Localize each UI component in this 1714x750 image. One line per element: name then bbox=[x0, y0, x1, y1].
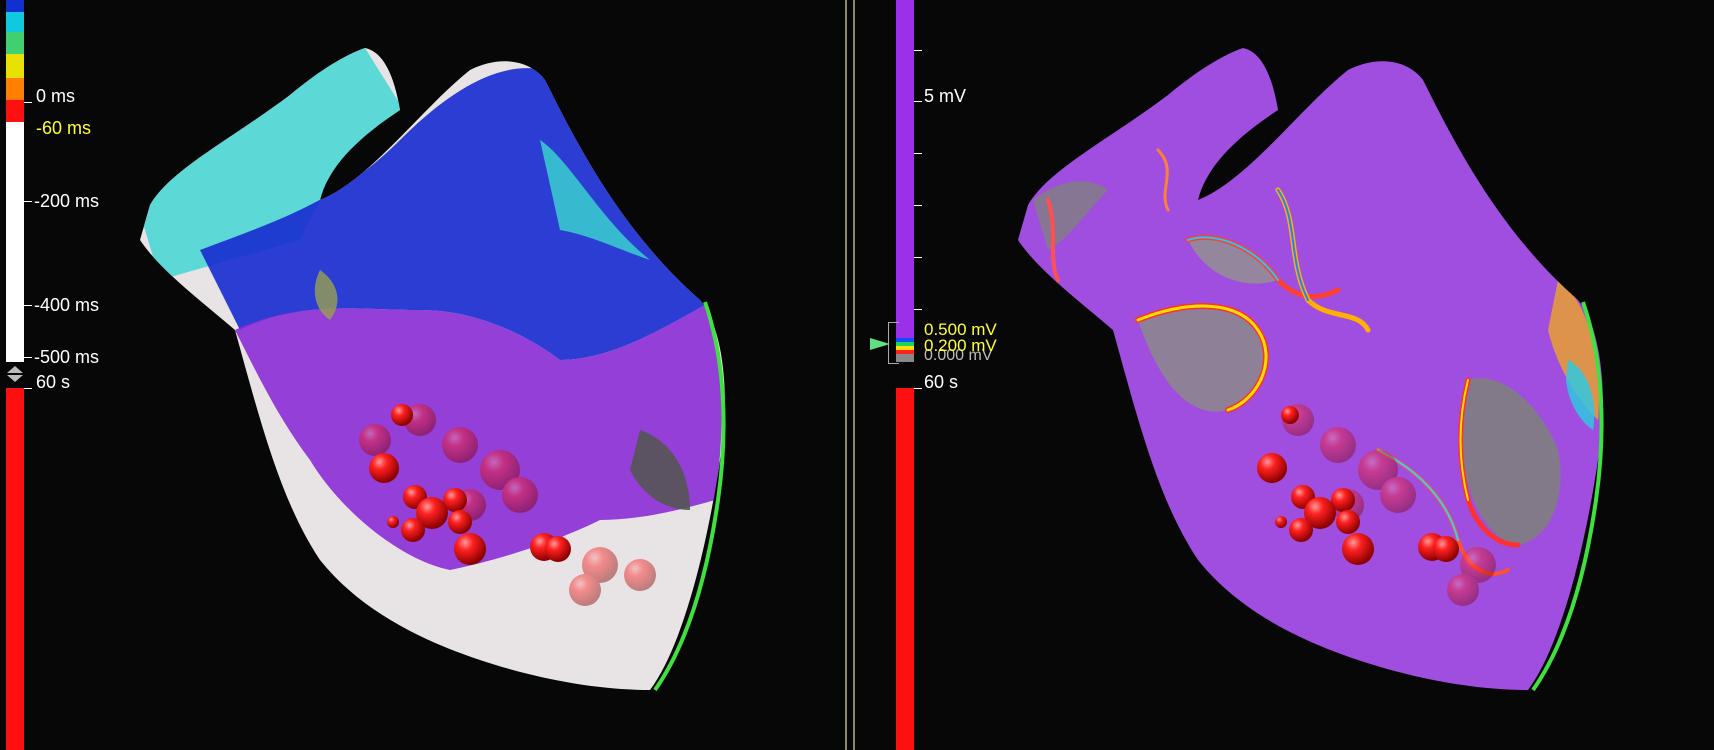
heart-surface bbox=[1018, 48, 1603, 690]
voltage-map-view[interactable]: 5 mV 0.000 mV 0.500 mV 0.200 mV 60 s bbox=[858, 0, 1714, 750]
ablation-point bbox=[1342, 533, 1374, 565]
ablation-point bbox=[1336, 510, 1360, 534]
ablation-point bbox=[1289, 518, 1313, 542]
ablation-point bbox=[1275, 516, 1287, 528]
ablation-point bbox=[1281, 406, 1299, 424]
ablation-point bbox=[1257, 453, 1287, 483]
view-divider-right bbox=[853, 0, 855, 750]
activation-map-view[interactable]: 0 ms -60 ms -200 ms -400 ms -500 ms 60 s bbox=[0, 0, 842, 750]
ablation-point bbox=[369, 453, 399, 483]
ablation-point bbox=[448, 510, 472, 534]
ablation-point bbox=[391, 404, 413, 426]
ablation-point bbox=[454, 533, 486, 565]
ablation-point bbox=[545, 536, 571, 562]
heart-3d-model[interactable] bbox=[858, 0, 1714, 750]
heart-3d-model[interactable] bbox=[0, 0, 842, 750]
ablation-point bbox=[401, 518, 425, 542]
ablation-point bbox=[387, 516, 399, 528]
heart-surface bbox=[140, 48, 725, 690]
ablation-point bbox=[1433, 536, 1459, 562]
view-divider-left bbox=[845, 0, 847, 750]
